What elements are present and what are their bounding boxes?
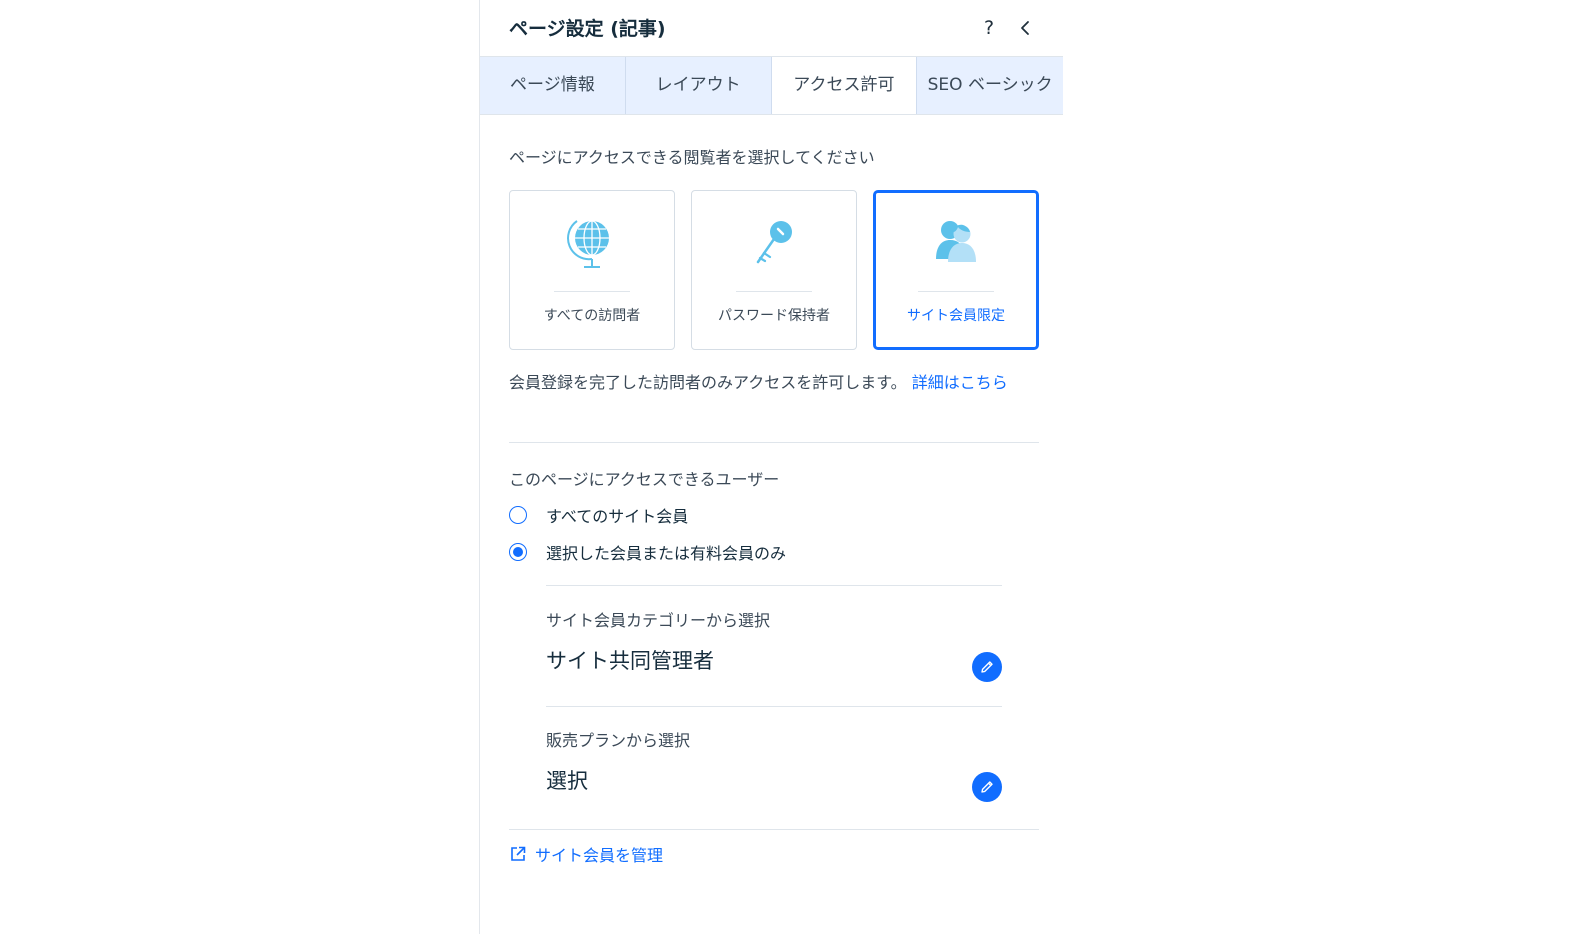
subsection-divider (546, 585, 1002, 586)
radio-button[interactable] (509, 506, 527, 524)
chevron-left-icon (1021, 21, 1029, 35)
card-divider (554, 291, 630, 292)
tab-bar: ページ情報 レイアウト アクセス許可 SEO ベーシック (480, 57, 1063, 115)
edit-category-button[interactable] (972, 652, 1002, 682)
tab-permissions[interactable]: アクセス許可 (771, 57, 918, 114)
section-divider (509, 442, 1039, 443)
tab-seo-basics[interactable]: SEO ベーシック (917, 57, 1063, 114)
card-divider (736, 291, 812, 292)
radio-label: すべてのサイト会員 (546, 507, 689, 526)
radio-selected-members[interactable]: 選択した会員または有料会員のみ (509, 540, 786, 564)
key-icon (756, 221, 792, 264)
access-option-label: すべての訪問者 (543, 308, 641, 324)
pencil-icon (981, 661, 993, 673)
access-option-password[interactable]: パスワード保持者 (691, 190, 857, 350)
pricing-plan-label: 販売プランから選択 (546, 731, 691, 750)
edit-plan-button[interactable] (972, 772, 1002, 802)
tab-page-info[interactable]: ページ情報 (480, 57, 626, 114)
members-heading: このページにアクセスできるユーザー (509, 470, 780, 489)
manage-members-link[interactable]: サイト会員を管理 (509, 843, 663, 865)
panel-title: ページ設定 (記事) (509, 18, 666, 40)
radio-label: 選択した会員または有料会員のみ (546, 544, 787, 563)
members-icon (936, 221, 976, 262)
tab-layout[interactable]: レイアウト (625, 57, 772, 114)
panel-header: ページ設定 (記事) ? (480, 0, 1063, 57)
access-option-label: パスワード保持者 (718, 308, 830, 324)
radio-all-members[interactable]: すべてのサイト会員 (509, 503, 688, 527)
manage-members-label: サイト会員を管理 (535, 846, 664, 865)
access-options: すべての訪問者 パスワード保持者 サイト会員限定 (509, 190, 1039, 350)
learn-more-link[interactable]: 詳細はこちら (912, 373, 1008, 392)
help-button[interactable]: ? (977, 14, 1001, 42)
card-divider (918, 291, 994, 292)
back-button[interactable] (1014, 16, 1038, 40)
section-divider (509, 829, 1039, 830)
access-description: 会員登録を完了した訪問者のみアクセスを許可します。 詳細はこちら (509, 372, 1029, 393)
globe-icon (567, 220, 609, 268)
access-option-members[interactable]: サイト会員限定 (873, 190, 1039, 350)
member-category-label: サイト会員カテゴリーから選択 (546, 611, 771, 630)
member-category-value: サイト共同管理者 (546, 649, 714, 673)
pencil-icon (981, 781, 993, 793)
pricing-plan-value: 選択 (546, 769, 588, 793)
access-option-everyone[interactable]: すべての訪問者 (509, 190, 675, 350)
subsection-divider (546, 706, 1002, 707)
access-option-label: サイト会員限定 (907, 308, 1005, 324)
external-link-icon (511, 846, 526, 861)
access-description-text: 会員登録を完了した訪問者のみアクセスを許可します。 (509, 373, 907, 392)
radio-button[interactable] (509, 543, 527, 561)
access-prompt: ページにアクセスできる閲覧者を選択してください (509, 148, 875, 167)
page-settings-panel: ページ設定 (記事) ? ページ情報 レイアウト アクセス許可 SEO ベーシッ… (479, 0, 1063, 934)
